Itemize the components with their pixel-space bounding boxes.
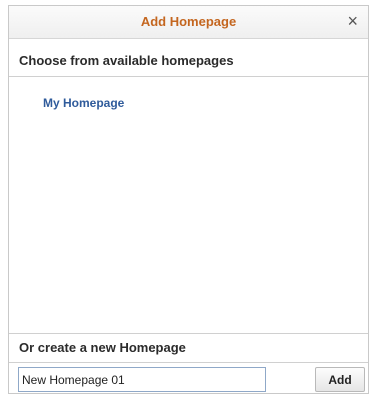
add-homepage-dialog: Add Homepage × Choose from available hom… bbox=[8, 5, 369, 394]
dialog-title: Add Homepage bbox=[140, 14, 237, 29]
new-homepage-name-input[interactable] bbox=[18, 367, 266, 392]
homepage-list: My Homepage bbox=[9, 77, 368, 333]
divider bbox=[9, 362, 368, 363]
dialog-title-bar: Add Homepage × bbox=[9, 6, 368, 39]
close-icon[interactable]: × bbox=[347, 11, 358, 31]
add-button[interactable]: Add bbox=[315, 367, 365, 392]
choose-homepage-heading: Choose from available homepages bbox=[19, 53, 234, 68]
create-homepage-heading: Or create a new Homepage bbox=[19, 340, 186, 355]
divider bbox=[9, 333, 368, 334]
homepage-link-my-homepage[interactable]: My Homepage bbox=[43, 96, 124, 110]
